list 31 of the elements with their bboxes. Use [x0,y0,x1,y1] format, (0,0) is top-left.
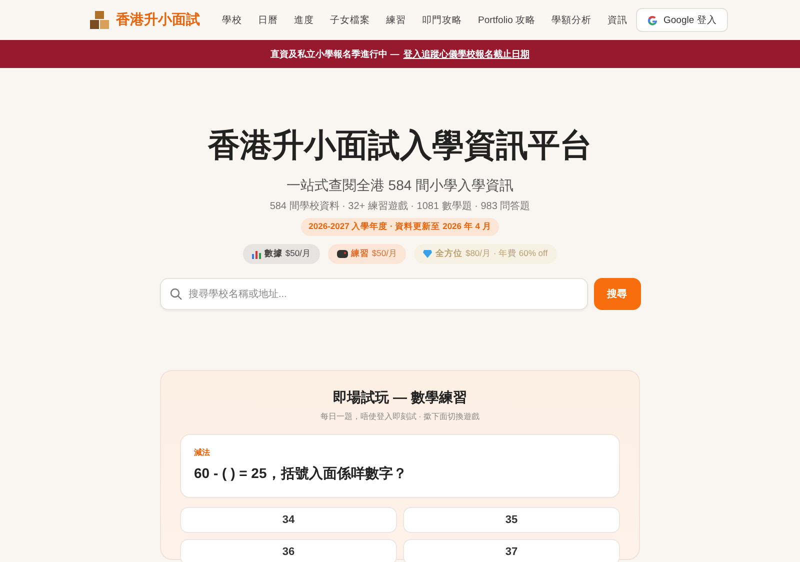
nav-link[interactable]: 資訊 [600,14,636,26]
card-subtitle: 每日一題，唔使登入即刻試 · 撳下面切換遊戲 [320,411,480,422]
bar-chart-icon [252,250,262,258]
answer-option[interactable]: 36 [180,539,397,562]
nav-link[interactable]: 叩門攻略 [414,14,470,26]
nav-link[interactable]: 日曆 [250,14,286,26]
question-text: 60 - ( ) = 25，括號入面係咩數字？ [194,465,408,483]
nav-link[interactable]: 練習 [378,14,414,26]
card-title: 即場試玩 — 數學練習 [333,389,467,407]
google-g-icon [646,14,658,26]
stats-text: 584 間學校資料 · 32+ 練習遊戲 · 1081 數學題 · 983 問答題 [270,200,530,213]
nav-link[interactable]: 進度 [286,14,322,26]
banner-link[interactable]: 登入追蹤心儀學校報名截止日期 [403,48,530,60]
page-title: 香港升小面試入學資訊平台 [208,126,592,165]
banner-text: 直資及私立小學報名季進行中 — [270,48,400,60]
year-badge: 2026-2027 入學年度 · 資料更新至 2026 年 4 月 [300,218,500,236]
answer-option[interactable]: 34 [180,507,397,533]
nav-link[interactable]: Portfolio 攻略 [470,14,544,26]
answer-option[interactable]: 35 [403,507,620,533]
nav-link[interactable]: 學校 [214,14,250,26]
plan-pill[interactable]: 數據 $50/月 [243,244,320,264]
cubes-logo-icon [90,11,110,29]
question-category: 減法 [194,447,211,458]
search-field[interactable]: 搜尋學校名稱或地址... [160,278,588,310]
nav-link[interactable]: 學額分析 [544,14,600,26]
subtitle: 一站式查閱全港 584 間小學入學資訊 [286,177,514,195]
google-login-button[interactable]: Google 登入 [636,8,728,32]
gamepad-icon [336,250,348,258]
gem-icon [423,250,432,258]
answer-option[interactable]: 37 [403,539,620,562]
nav-link[interactable]: 子女檔案 [322,14,378,26]
